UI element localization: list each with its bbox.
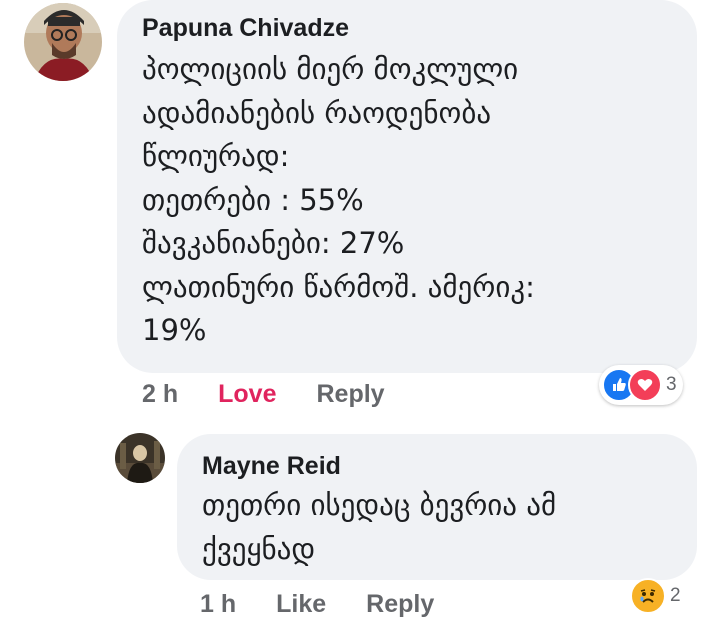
- comment-time-1: 2 h: [142, 380, 179, 408]
- comment-actions-2: 1 h Like Reply: [200, 590, 434, 619]
- reaction-summary-2[interactable]: 2: [627, 575, 687, 617]
- reaction-count-1: 3: [666, 374, 677, 395]
- reaction-count-2: 2: [670, 585, 681, 606]
- comment-author-2[interactable]: Mayne Reid: [202, 452, 341, 481]
- love-reaction-button[interactable]: Love: [218, 380, 276, 409]
- comment-text-2: თეთრი ისედაც ბევრია ამ ქვეყნად: [202, 488, 557, 566]
- reply-button-2[interactable]: Reply: [366, 590, 434, 619]
- comment-text-1: პოლიციის მიერ მოკლული ადამიანების რაოდენ…: [142, 52, 535, 347]
- like-button-2[interactable]: Like: [276, 590, 326, 619]
- avatar-papuna[interactable]: [24, 3, 102, 81]
- comment-author-1[interactable]: Papuna Chivadze: [142, 14, 349, 43]
- love-icon: [628, 368, 662, 402]
- reply-button-1[interactable]: Reply: [316, 380, 384, 409]
- comment-time-2: 1 h: [200, 590, 237, 618]
- comment-actions-1: 2 h Love Reply: [142, 380, 385, 409]
- avatar-mayne[interactable]: [115, 433, 165, 483]
- reaction-summary-1[interactable]: 3: [599, 365, 683, 405]
- sad-icon: [630, 578, 666, 614]
